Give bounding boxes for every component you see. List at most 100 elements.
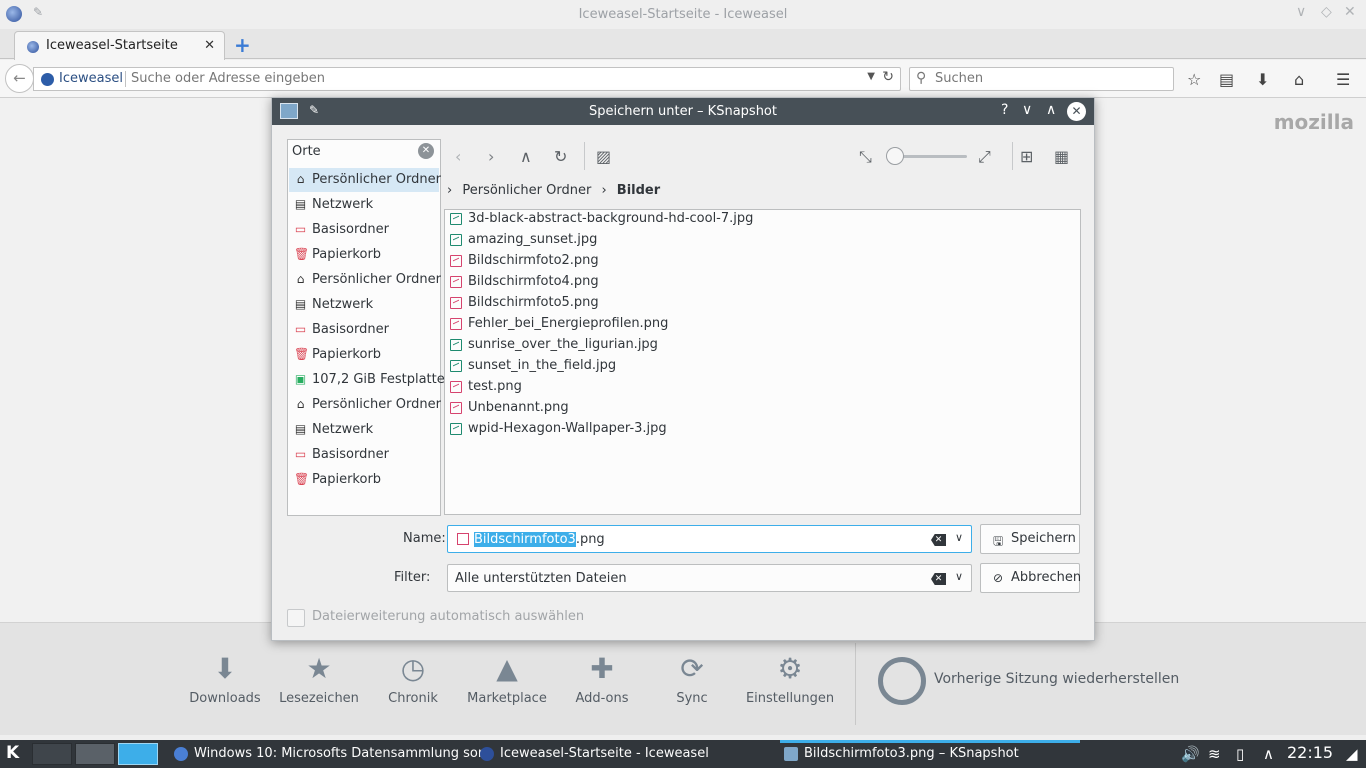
zoom-slider-handle[interactable] [886, 147, 904, 165]
trash-icon: 🗑 [294, 472, 310, 486]
launcher-einstellungen[interactable]: ⚙ Einstellungen [745, 652, 835, 707]
zoom-in-icon[interactable]: ⤢ [978, 147, 991, 167]
bookmark-star-icon[interactable]: ☆ [1187, 70, 1201, 89]
place-item[interactable]: ▭ Basisordner [289, 218, 439, 242]
launcher-label: Sync [676, 691, 708, 706]
filename-input[interactable]: Bildschirmfoto3.png ✕ ∨ [447, 525, 972, 553]
file-name: Bildschirmfoto4.png [468, 274, 599, 289]
place-item[interactable]: 🗑 Papierkorb [289, 343, 439, 367]
back-icon[interactable]: ‹ [455, 147, 461, 166]
close-icon[interactable]: ✕ [1344, 4, 1356, 20]
launcher-sync[interactable]: ⟳ Sync [647, 653, 737, 707]
place-item[interactable]: ▭ Basisordner [289, 443, 439, 467]
site-identity[interactable]: Iceweasel [59, 71, 123, 86]
home-icon[interactable]: ⌂ [1294, 70, 1304, 89]
volume-icon[interactable]: 🔊 [1181, 745, 1200, 763]
new-tab-icon[interactable]: + [234, 33, 251, 57]
launcher-marketplace[interactable]: ▲ Marketplace [462, 653, 552, 707]
preview-image-icon[interactable]: ▨ [596, 147, 611, 166]
chevron-up-icon[interactable]: ∧ [1263, 745, 1274, 763]
image-file-icon [450, 276, 462, 288]
desktop-pager-2[interactable] [75, 743, 115, 765]
place-item[interactable]: ▭ Basisordner [289, 318, 439, 342]
launcher-addons[interactable]: ✚ Add-ons [557, 653, 647, 707]
taskbar: K Windows 10: Microsofts Datensammlung s… [0, 740, 1366, 768]
task-iceweasel[interactable]: Iceweasel-Startseite - Iceweasel [476, 740, 772, 768]
place-item[interactable]: ⌂ Persönlicher Ordner [289, 168, 441, 192]
kde-menu-icon[interactable]: K [6, 743, 19, 763]
filename-value[interactable]: Bildschirmfoto3.png [474, 532, 605, 547]
clipboard-icon[interactable]: ▯ [1236, 745, 1244, 763]
forward-icon[interactable]: › [488, 147, 494, 166]
download-icon[interactable]: ⬇ [1256, 70, 1269, 89]
reload-icon[interactable]: ↻ [882, 69, 894, 85]
breadcrumb-chevron-icon: › [601, 183, 607, 198]
reload-icon[interactable]: ↻ [554, 147, 567, 166]
place-label: Papierkorb [312, 247, 382, 262]
place-item[interactable]: ⌂ Persönlicher Ordner [289, 268, 441, 292]
desktop-pager-3[interactable] [118, 743, 158, 765]
parent-folder-icon[interactable]: ∧ [520, 147, 532, 166]
breadcrumb-item[interactable]: Persönlicher Ordner [462, 183, 591, 198]
download-icon: ⬇ [213, 652, 237, 685]
gear-icon: ⚙ [777, 652, 803, 685]
launcher-chronik[interactable]: ◷ Chronik [368, 653, 458, 707]
file-name: Bildschirmfoto2.png [468, 253, 599, 268]
network-icon: ▤ [294, 422, 307, 436]
clock[interactable]: 22:15 [1287, 743, 1333, 762]
back-button[interactable]: ← [5, 64, 34, 93]
help-icon[interactable]: ? [1001, 102, 1008, 118]
panel-options-icon[interactable]: ◢ [1346, 745, 1358, 763]
view-options-icon[interactable]: ▦ [1054, 147, 1069, 166]
minimize-icon[interactable]: ∨ [1296, 4, 1306, 20]
task-ksnapshot[interactable]: Bildschirmfoto3.png – KSnapshot [780, 740, 1080, 768]
zoom-out-icon[interactable]: ⤡ [859, 147, 872, 167]
chevron-down-icon[interactable]: ∨ [955, 570, 963, 583]
launcher-lesezeichen[interactable]: ★ Lesezeichen [274, 652, 364, 707]
cancel-button[interactable]: ⊘ Abbrechen [980, 563, 1081, 593]
image-file-icon [450, 402, 462, 414]
place-item[interactable]: 🗑 Papierkorb [289, 243, 439, 267]
place-label: 107,2 GiB Festplatte [312, 372, 445, 387]
tab-close-icon[interactable]: ✕ [204, 38, 215, 53]
place-item[interactable]: ▣ 107,2 GiB Festplatte [289, 368, 445, 392]
hamburger-menu-icon[interactable]: ☰ [1336, 70, 1350, 89]
maximize-icon[interactable]: ◇ [1321, 4, 1332, 20]
star-icon: ★ [306, 652, 332, 685]
iceweasel-icon [480, 747, 494, 761]
place-item[interactable]: ▤ Netzwerk [289, 293, 439, 317]
clear-text-icon[interactable]: ✕ [931, 534, 946, 546]
url-dropdown-icon[interactable]: ▼ [867, 71, 875, 82]
tab-iceweasel-startseite[interactable]: Iceweasel-Startseite ✕ [14, 31, 225, 60]
wifi-icon[interactable]: ≋ [1208, 745, 1221, 763]
network-icon: ▤ [294, 297, 307, 311]
place-item[interactable]: ⌂ Persönlicher Ordner [289, 393, 441, 417]
place-item[interactable]: ▤ Netzwerk [289, 193, 439, 217]
breadcrumb-current[interactable]: Bilder [617, 183, 660, 198]
url-bar[interactable]: Iceweasel Suche oder Adresse eingeben ▼ … [33, 67, 901, 91]
url-placeholder[interactable]: Suche oder Adresse eingeben [131, 71, 325, 86]
place-item[interactable]: 🗑 Papierkorb [289, 468, 439, 492]
image-file-icon [450, 360, 462, 372]
clear-text-icon[interactable]: ✕ [931, 573, 946, 585]
save-button[interactable]: 🖫 Speichern [980, 524, 1080, 554]
filter-select[interactable]: Alle unterstützten Dateien ✕ ∨ [447, 564, 972, 592]
dialog-close-icon[interactable]: ✕ [1067, 102, 1086, 121]
minimize-icon[interactable]: ∨ [1022, 102, 1032, 118]
file-list: 3d-black-abstract-background-hd-cool-7.j… [444, 209, 1081, 515]
new-folder-icon[interactable]: ⊞ [1020, 147, 1033, 166]
hide-places-icon[interactable]: ✕ [418, 143, 434, 159]
toolbar-separator [584, 142, 585, 170]
auto-extension-checkbox[interactable] [287, 609, 305, 627]
file-name: test.png [468, 379, 522, 394]
image-file-icon [450, 318, 462, 330]
file-name: sunrise_over_the_ligurian.jpg [468, 337, 658, 352]
place-item[interactable]: ▤ Netzwerk [289, 418, 439, 442]
search-input[interactable]: ⚲ Suchen [909, 67, 1174, 91]
bookmarks-menu-icon[interactable]: ▤ [1219, 70, 1234, 89]
task-windows10[interactable]: Windows 10: Microsofts Datensammlung sor… [170, 740, 491, 768]
launcher-downloads[interactable]: ⬇ Downloads [180, 652, 270, 707]
chevron-down-icon[interactable]: ∨ [955, 531, 963, 544]
desktop-pager-1[interactable] [32, 743, 72, 765]
maximize-icon[interactable]: ∧ [1046, 102, 1056, 118]
